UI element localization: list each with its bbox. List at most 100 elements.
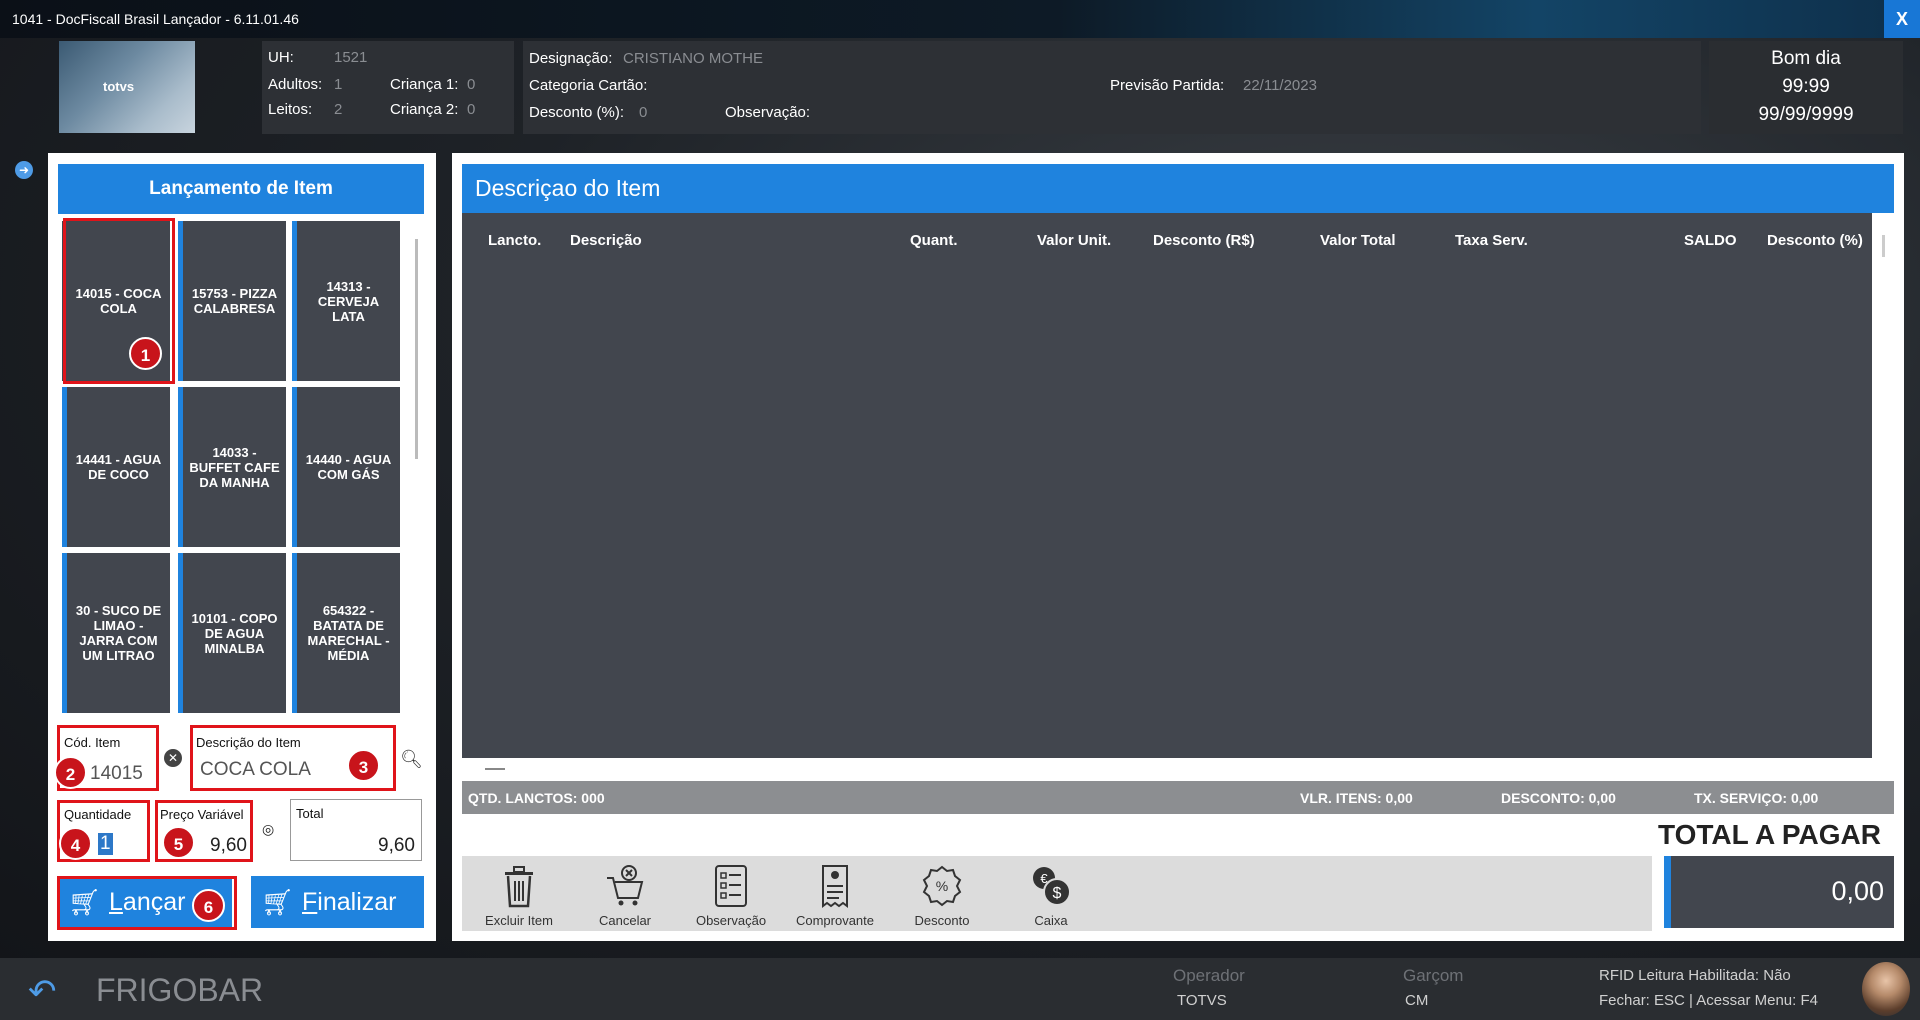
item-tile[interactable]: 10101 - COPO DE AGUA MINALBA [178,553,286,713]
greeting-panel: Bom dia 99:99 99/99/9999 [1709,41,1903,134]
adultos-value: 1 [334,76,343,93]
totals-bar: QTD. LANCTOS: 000 VLR. ITENS: 0,00 DESCO… [462,781,1894,814]
total-a-pagar-box: 0,00 [1664,856,1894,928]
column-header[interactable]: Taxa Serv. [1455,232,1528,249]
close-button[interactable]: X [1884,0,1920,38]
item-tile[interactable]: 14440 - AGUA COM GÁS [292,387,400,547]
expand-arrow-icon[interactable]: ➜ [15,161,33,179]
desconto-value: 0 [639,104,648,121]
action-label: Desconto [914,913,970,928]
finalizar-label: Finalizar [302,887,397,916]
receipt-icon [822,865,848,908]
previsao-value: 22/11/2023 [1243,77,1317,94]
operador-label: Operador [1173,966,1245,985]
step-badge: 3 [347,749,380,782]
action-toolbar: Excluir Item Cancelar Observação Comprov… [462,856,1652,931]
adultos-label: Adultos: [268,76,323,93]
column-header[interactable]: Lancto. [488,232,541,249]
column-header[interactable]: Descrição [570,232,642,249]
step-badge: 2 [54,756,87,789]
items-table[interactable]: Lancto. Descrição Quant. Valor Unit. Des… [462,213,1872,758]
clear-icon[interactable]: ✕ [164,749,182,767]
svg-text:%: % [936,878,948,894]
total-value: 9,60 [378,835,415,856]
total-label: Total [296,806,324,821]
svg-text:$: $ [1053,885,1062,902]
search-icon[interactable]: 🔍︎ [400,749,423,770]
designacao-value: CRISTIANO MOTHE [623,50,764,67]
leitos-value: 2 [334,101,343,118]
item-tile[interactable]: 14441 - AGUA DE COCO [62,387,170,547]
item-launch-title: Lançamento de Item [58,164,424,214]
total-a-pagar-value: 0,00 [1831,876,1884,906]
item-tile[interactable]: 654322 - BATATA DE MARECHAL - MÉDIA [292,553,400,713]
cancelar-button[interactable]: Cancelar [575,864,675,928]
desconto-label: Desconto (%): [529,104,625,121]
leitos-label: Leitos: [268,101,313,118]
designacao-label: Designação: [529,50,613,67]
trash-icon [505,866,533,908]
item-detail-title: Descriçao do Item [462,164,1894,213]
categoria-label: Categoria Cartão: [529,77,648,94]
observacao-button[interactable]: Observação [681,864,781,928]
table-scrollbar[interactable] [1882,235,1885,257]
step-badge: 4 [59,827,92,860]
column-header[interactable]: Desconto (R$) [1153,232,1255,249]
back-arrow-icon[interactable]: ↶ [28,972,57,1012]
desconto-total: DESCONTO: 0,00 [1501,790,1616,806]
crianca2-label: Criança 2: [390,101,459,118]
totvs-logo: totvs [59,41,195,133]
crianca2-value: 0 [467,101,476,118]
reservation-info-panel: Designação: CRISTIANO MOTHE Categoria Ca… [523,41,1701,134]
resize-handle[interactable] [485,768,505,770]
uh-value: 1521 [334,49,368,66]
logo-brand-text: totvs [103,79,135,94]
total-field: Total 9,60 [290,799,422,861]
item-detail-panel: Descriçao do Item Lancto. Descrição Quan… [452,153,1904,941]
column-header[interactable]: Valor Unit. [1037,232,1111,249]
greeting-date: 99/99/9999 [1758,104,1854,125]
coins-icon[interactable]: ◎ [262,821,282,841]
greeting-text: Bom dia [1771,48,1841,69]
footer-bar: ↶ FRIGOBAR Operador TOTVS Garçom CM RFID… [0,958,1920,1020]
action-label: Cancelar [598,913,652,928]
comprovante-button[interactable]: Comprovante [785,864,885,928]
window-title: 1041 - DocFiscall Brasil Lançador - 6.11… [12,11,299,27]
greeting-time: 99:99 [1782,76,1830,97]
checklist-icon [715,865,747,907]
cart-cancel-icon [607,865,644,906]
guest-info-panel: UH: 1521 Adultos: 1 Leitos: 2 Criança 1:… [262,41,514,134]
percent-badge-icon: % [922,865,962,907]
observacao-label: Observação: [725,104,811,121]
qtd-lanctos: QTD. LANCTOS: 000 [468,790,605,806]
rfid-status: RFID Leitura Habilitada: Não [1599,967,1791,984]
column-header[interactable]: Quant. [910,232,958,249]
item-tile[interactable]: 15753 - PIZZA CALABRESA [178,221,286,381]
crianca1-value: 0 [467,76,476,93]
column-header[interactable]: Desconto (%) [1767,232,1863,249]
keyboard-shortcuts: Fechar: ESC | Acessar Menu: F4 [1599,992,1818,1009]
finalizar-button[interactable]: 🛒︎ Finalizar [251,876,424,928]
garcom-label: Garçom [1403,966,1464,985]
step-badge: 1 [129,337,162,370]
vlr-itens: VLR. ITENS: 0,00 [1300,790,1413,806]
user-avatar[interactable] [1862,962,1910,1016]
column-header[interactable]: SALDO [1684,232,1737,249]
coins-icon: € $ [1033,867,1071,906]
column-header[interactable]: Valor Total [1320,232,1396,249]
action-label: Excluir Item [485,913,553,928]
desconto-button[interactable]: % Desconto [892,864,992,928]
item-tile[interactable]: 30 - SUCO DE LIMAO - JARRA COM UM LITRAO [62,553,170,713]
item-grid-scrollbar[interactable] [415,239,418,459]
excluir-item-button[interactable]: Excluir Item [469,864,569,928]
action-label: Caixa [1034,913,1068,928]
cart-check-icon: 🛒︎ [261,886,295,917]
title-bar: 1041 - DocFiscall Brasil Lançador - 6.11… [0,0,1920,38]
caixa-button[interactable]: € $ Caixa [1001,864,1101,928]
action-label: Observação [695,913,767,928]
previsao-label: Previsão Partida: [1110,77,1225,94]
item-tile[interactable]: 14033 - BUFFET CAFE DA MANHA [178,387,286,547]
item-tile[interactable]: 14313 - CERVEJA LATA [292,221,400,381]
uh-label: UH: [268,49,294,66]
step-badge: 5 [162,826,195,859]
